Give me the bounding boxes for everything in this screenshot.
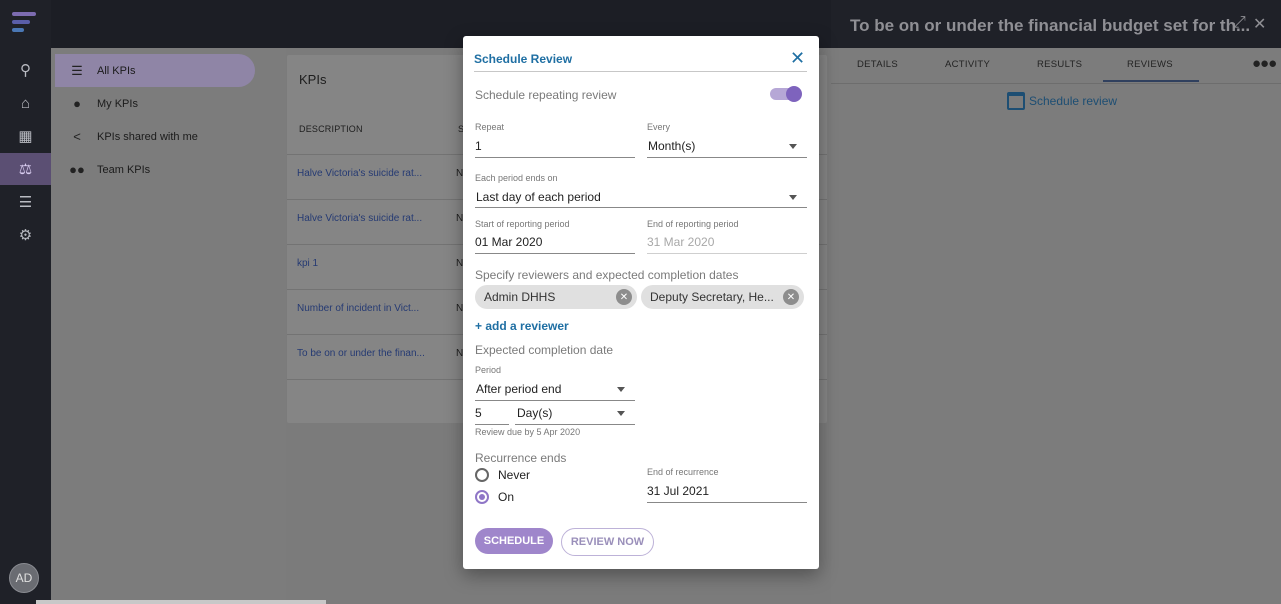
detail-tabs: DETAILS ACTIVITY RESULTS REVIEWS: [831, 48, 1281, 84]
tab-details[interactable]: DETAILS: [857, 59, 898, 70]
every-select[interactable]: Month(s): [648, 139, 695, 153]
review-now-button[interactable]: REVIEW NOW: [561, 528, 654, 556]
end-recurrence-input[interactable]: 31 Jul 2021: [647, 484, 709, 498]
end-period-input: 31 Mar 2020: [647, 235, 715, 249]
detail-title: To be on or under the financial budget s…: [850, 16, 1251, 35]
close-icon[interactable]: ✕: [790, 48, 805, 69]
kpi-description-link[interactable]: To be on or under the finan...: [297, 348, 425, 359]
nav-item-label: Team KPIs: [97, 163, 151, 176]
tab-reviews[interactable]: REVIEWS: [1103, 59, 1199, 82]
dialog-title: Schedule Review: [474, 52, 573, 66]
start-period-label: Start of reporting period: [475, 219, 570, 229]
search-icon[interactable]: ⚲: [0, 54, 51, 86]
start-period-input[interactable]: 01 Mar 2020: [475, 235, 542, 249]
period-label: Period: [475, 365, 502, 375]
person-icon: ●: [73, 96, 81, 111]
period-ends-label: Each period ends on: [475, 173, 558, 183]
days-input[interactable]: 5: [475, 406, 482, 420]
close-icon[interactable]: ✕: [1253, 14, 1266, 34]
review-due-note: Review due by 5 Apr 2020: [475, 427, 581, 437]
on-radio[interactable]: [475, 490, 489, 504]
end-recurrence-label: End of recurrence: [647, 467, 719, 477]
add-reviewer-link[interactable]: + add a reviewer: [475, 319, 569, 333]
balance-scale-icon[interactable]: ⚖: [0, 153, 51, 185]
kpi-description-link[interactable]: Halve Victoria's suicide rat...: [297, 168, 422, 179]
bottom-strip: [36, 600, 326, 604]
share-icon: <: [73, 129, 81, 144]
kpi-description-link[interactable]: Halve Victoria's suicide rat...: [297, 213, 422, 224]
schedule-review-link[interactable]: Schedule review: [1007, 92, 1117, 110]
reviewer-name: Deputy Secretary, He...: [650, 290, 774, 304]
reviewer-chip[interactable]: Deputy Secretary, He... ✕: [641, 285, 804, 309]
kpi-description-link[interactable]: Number of incident in Vict...: [297, 303, 419, 314]
tab-activity[interactable]: ACTIVITY: [945, 59, 990, 70]
reviewer-name: Admin DHHS: [484, 290, 556, 304]
repeating-review-toggle[interactable]: [770, 86, 802, 102]
every-label: Every: [647, 122, 671, 132]
app-logo[interactable]: [12, 12, 38, 36]
apps-icon[interactable]: ▦: [0, 120, 51, 152]
report-icon[interactable]: ☰: [0, 186, 51, 218]
nav-item-all-kpis[interactable]: ☰ All KPIs: [55, 54, 255, 87]
remove-reviewer-icon[interactable]: ✕: [783, 289, 799, 305]
repeating-review-label: Schedule repeating review: [475, 88, 617, 102]
nav-item-label: All KPIs: [97, 64, 136, 77]
chevron-down-icon[interactable]: [617, 411, 625, 416]
more-options-icon[interactable]: ●●●: [1252, 55, 1277, 72]
never-label: Never: [498, 468, 531, 482]
schedule-review-label: Schedule review: [1029, 94, 1118, 108]
remove-reviewer-icon[interactable]: ✕: [616, 289, 632, 305]
reviewer-chip[interactable]: Admin DHHS ✕: [475, 285, 637, 309]
kpi-description-link[interactable]: kpi 1: [297, 258, 318, 269]
page-title: KPIs: [299, 72, 327, 87]
list-icon: ☰: [71, 62, 83, 78]
chevron-down-icon[interactable]: [789, 195, 797, 200]
chevron-down-icon[interactable]: [789, 144, 797, 149]
nav-item-label: My KPIs: [97, 97, 138, 110]
chevron-down-icon[interactable]: [617, 387, 625, 392]
kpi-detail-panel: To be on or under the financial budget s…: [831, 0, 1281, 604]
title-divider: [474, 71, 807, 72]
people-icon: ●●: [69, 162, 85, 177]
on-label: On: [498, 490, 515, 504]
recurrence-ends-label: Recurrence ends: [475, 451, 567, 465]
kpi-nav: ☰ All KPIs ● My KPIs < KPIs shared with …: [51, 48, 286, 604]
nav-item-my-kpis[interactable]: ● My KPIs: [55, 87, 255, 120]
schedule-review-dialog: Schedule Review ✕ Schedule repeating rev…: [463, 36, 819, 569]
calendar-icon: [1007, 92, 1025, 110]
column-header-description[interactable]: DESCRIPTION: [299, 124, 363, 134]
end-period-label: End of reporting period: [647, 219, 739, 229]
left-rail: ⚲ ⌂ ▦ ⚖ ☰ ⚙ AD: [0, 0, 51, 604]
nav-item-shared-kpis[interactable]: < KPIs shared with me: [55, 120, 255, 153]
never-radio[interactable]: [475, 468, 489, 482]
home-icon[interactable]: ⌂: [0, 87, 51, 119]
avatar[interactable]: AD: [9, 563, 39, 593]
period-select[interactable]: After period end: [476, 382, 561, 396]
nav-item-label: KPIs shared with me: [97, 130, 198, 143]
days-unit-select[interactable]: Day(s): [517, 406, 552, 420]
expand-icon[interactable]: ⤢: [1233, 14, 1246, 32]
schedule-button[interactable]: SCHEDULE: [475, 528, 553, 554]
detail-header: To be on or under the financial budget s…: [831, 0, 1281, 48]
nav-item-team-kpis[interactable]: ●● Team KPIs: [55, 153, 255, 186]
expected-completion-label: Expected completion date: [475, 343, 614, 357]
repeat-input[interactable]: 1: [475, 139, 482, 153]
repeat-label: Repeat: [475, 122, 505, 132]
period-ends-select[interactable]: Last day of each period: [476, 190, 601, 204]
tab-results[interactable]: RESULTS: [1037, 59, 1082, 70]
reviewers-label: Specify reviewers and expected completio…: [475, 268, 739, 282]
settings-icon[interactable]: ⚙: [0, 219, 51, 251]
